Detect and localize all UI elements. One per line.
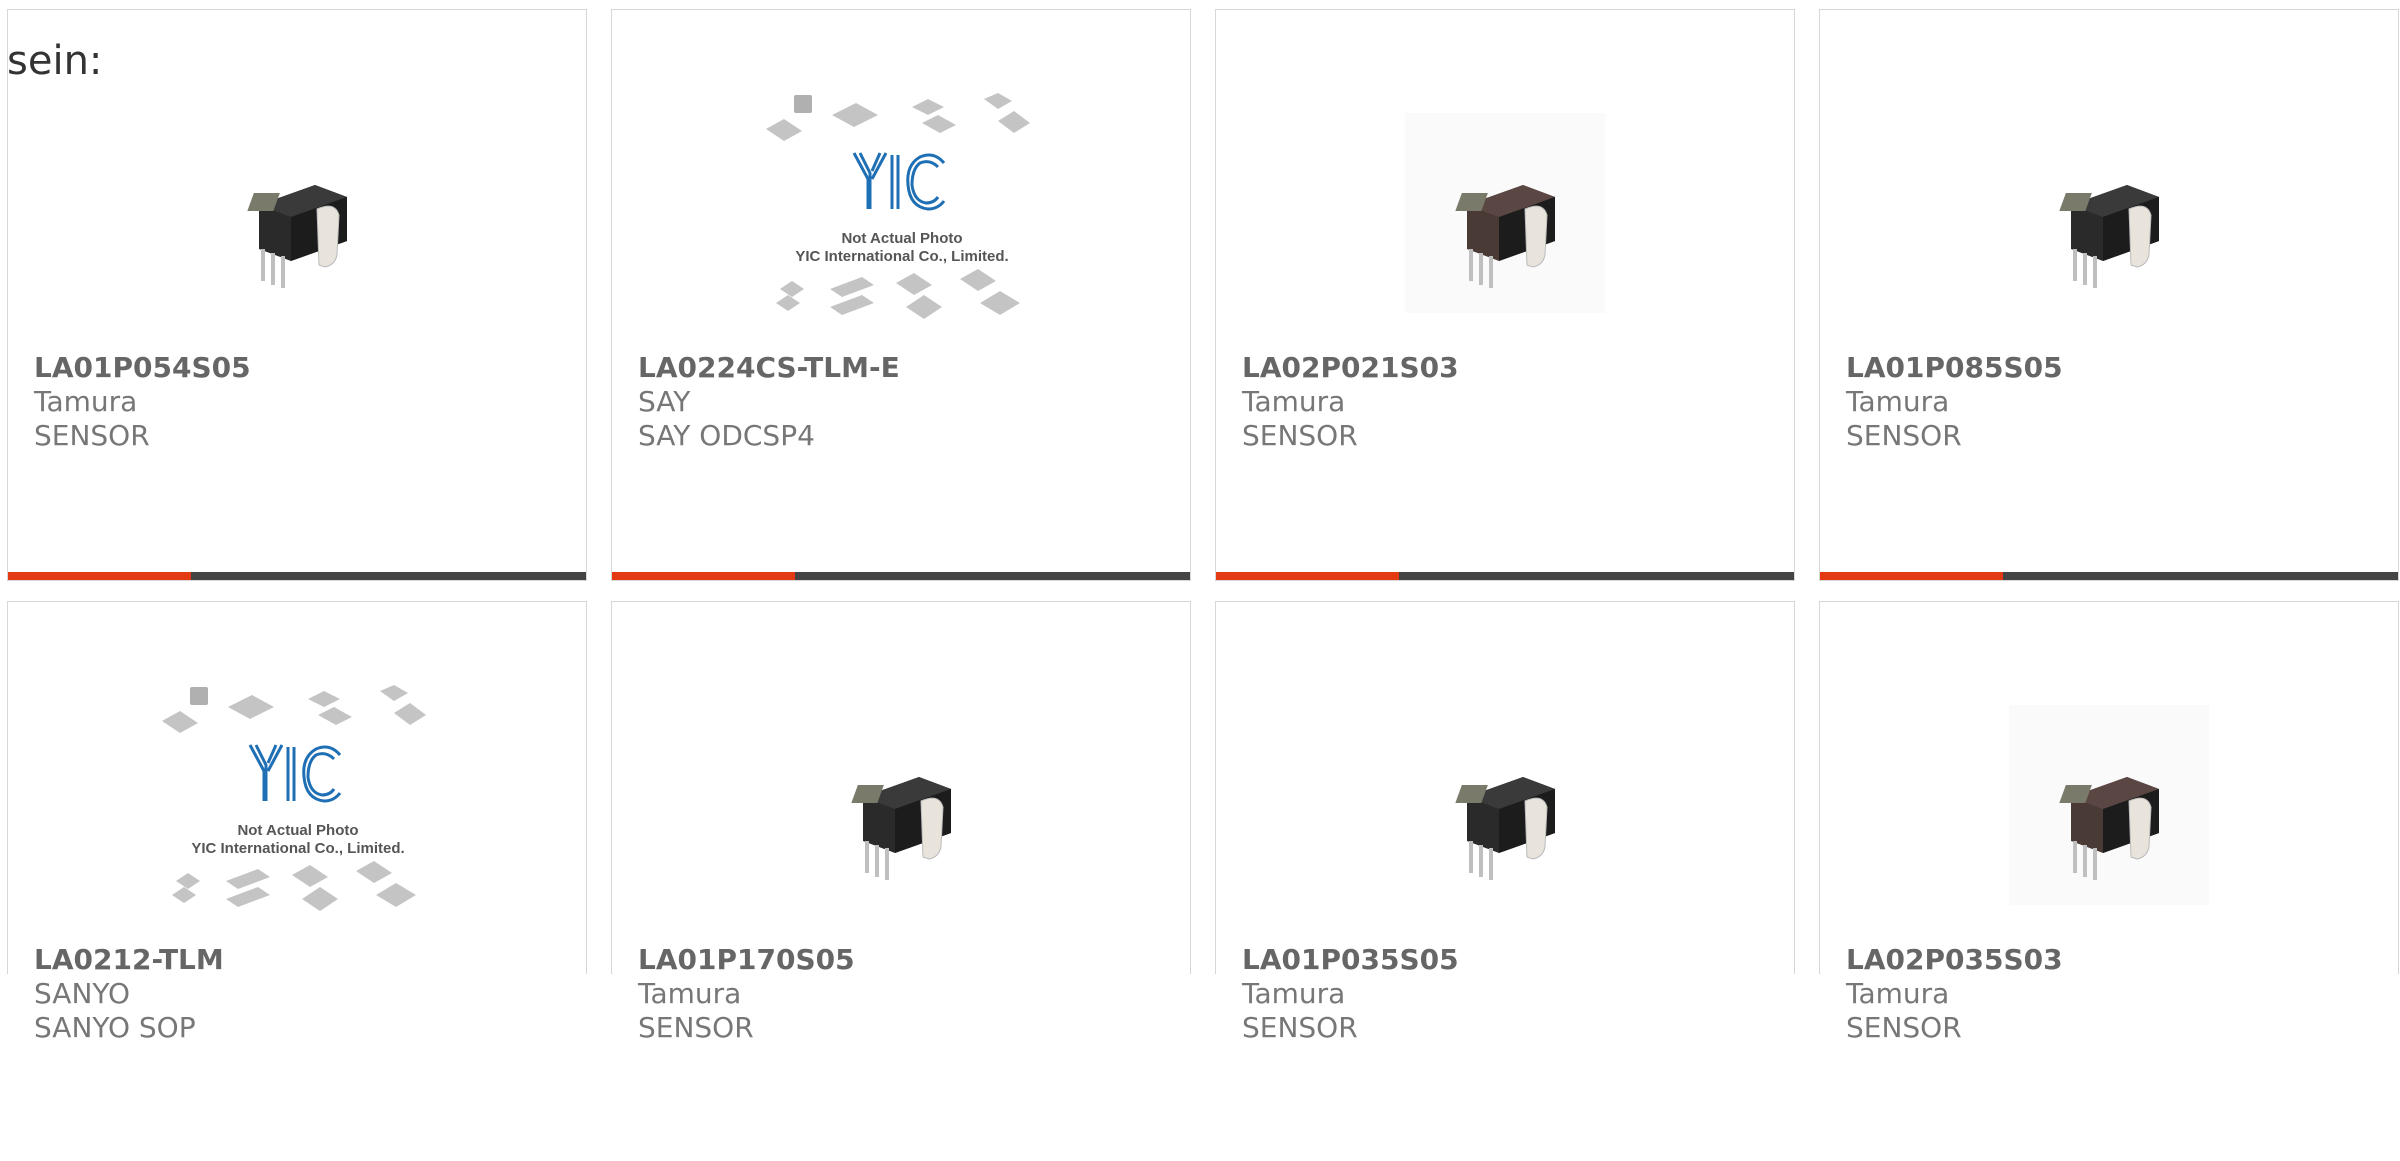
product-image[interactable]: Not Actual Photo YIC International Co., … <box>8 657 586 952</box>
package: SENSOR <box>34 419 150 452</box>
package: SAY ODCSP4 <box>638 419 815 452</box>
product-card[interactable]: Not Actual Photo YIC International Co., … <box>7 601 587 1044</box>
manufacturer: SAY <box>638 385 691 418</box>
package: SENSOR <box>1242 419 1358 452</box>
product-card[interactable]: LA01P035S05 Tamura SENSOR <box>1215 601 1795 1044</box>
placeholder-caption: Not Actual Photo <box>841 230 962 247</box>
product-image[interactable] <box>1216 65 1794 360</box>
product-card[interactable]: LA02P021S03 Tamura SENSOR <box>1215 9 1795 581</box>
product-image[interactable] <box>1820 657 2398 952</box>
card-bottom-bar <box>1820 572 2398 580</box>
sensor-photo-icon <box>1455 776 1555 880</box>
manufacturer: Tamura <box>1242 977 1346 1010</box>
sensor-photo-icon <box>851 776 951 880</box>
yic-placeholder-icon: Not Actual Photo YIC International Co., … <box>766 92 1030 319</box>
placeholder-company: YIC International Co., Limited. <box>795 248 1008 265</box>
product-card[interactable]: LA01P054S05 Tamura SENSOR <box>7 9 587 581</box>
manufacturer: Tamura <box>1242 385 1346 418</box>
manufacturer: Tamura <box>1846 385 1950 418</box>
placeholder-company: YIC International Co., Limited. <box>191 840 404 857</box>
part-number[interactable]: LA02P035S03 <box>1846 942 2063 977</box>
package: SENSOR <box>1242 1011 1358 1044</box>
part-number[interactable]: LA0224CS-TLM-E <box>638 350 900 385</box>
intro-text: sein: <box>7 38 103 84</box>
product-card[interactable]: Not Actual Photo YIC International Co., … <box>611 9 1191 581</box>
sensor-photo-icon <box>2009 704 2209 905</box>
part-number[interactable]: LA0212-TLM <box>34 942 224 977</box>
sensor-photo-icon <box>1405 112 1605 313</box>
product-image[interactable] <box>1820 65 2398 360</box>
sensor-photo-icon <box>247 184 347 288</box>
product-image[interactable] <box>8 65 586 360</box>
product-card[interactable]: LA02P035S03 Tamura SENSOR <box>1819 601 2399 1044</box>
part-number[interactable]: LA01P035S05 <box>1242 942 1459 977</box>
product-image[interactable]: Not Actual Photo YIC International Co., … <box>612 65 1190 360</box>
package: SENSOR <box>1846 419 1962 452</box>
part-number[interactable]: LA01P170S05 <box>638 942 855 977</box>
manufacturer: SANYO <box>34 977 131 1010</box>
part-number[interactable]: LA01P054S05 <box>34 350 251 385</box>
product-card[interactable]: LA01P085S05 Tamura SENSOR <box>1819 9 2399 581</box>
product-image[interactable] <box>1216 657 1794 952</box>
package: SENSOR <box>1846 1011 1962 1044</box>
package: SANYO SOP <box>34 1011 196 1044</box>
yic-placeholder-icon: Not Actual Photo YIC International Co., … <box>162 684 426 911</box>
card-bottom-bar <box>612 572 1190 580</box>
product-image[interactable] <box>612 657 1190 952</box>
package: SENSOR <box>638 1011 754 1044</box>
placeholder-caption: Not Actual Photo <box>237 822 358 839</box>
manufacturer: Tamura <box>1846 977 1950 1010</box>
card-bottom-bar <box>8 572 586 580</box>
product-card[interactable]: LA01P170S05 Tamura SENSOR <box>611 601 1191 1044</box>
sensor-photo-icon <box>2059 184 2159 288</box>
manufacturer: Tamura <box>34 385 138 418</box>
product-grid: LA01P054S05 Tamura SENSOR Not Actual Pho… <box>7 9 2399 1044</box>
manufacturer: Tamura <box>638 977 742 1010</box>
part-number[interactable]: LA01P085S05 <box>1846 350 2063 385</box>
card-bottom-bar <box>1216 572 1794 580</box>
part-number[interactable]: LA02P021S03 <box>1242 350 1459 385</box>
